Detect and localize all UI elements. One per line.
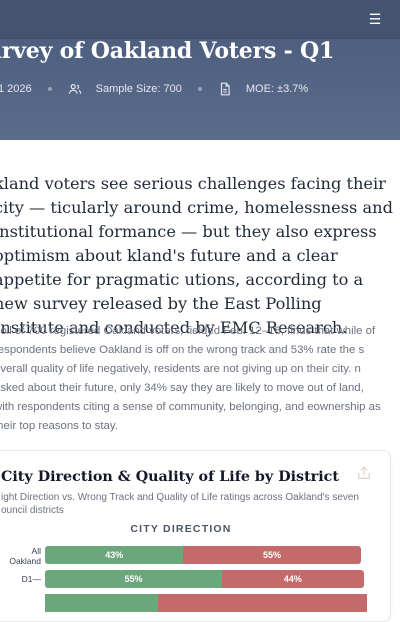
menu-icon[interactable]: ☰ [366,10,384,28]
date-text: 1 2026 [0,83,32,95]
section-label: CITY DIRECTION [130,523,232,535]
bar-segment [45,594,158,612]
chart-title: City Direction & Quality of Life by Dist… [1,469,339,485]
article-lead: kland voters see serious challenges faci… [0,174,393,337]
article-body: poll of 700 registered Oakland voters, f… [0,325,381,432]
data-label: 55% [124,574,143,584]
data-label: 44% [283,574,302,584]
separator-dot [197,87,202,91]
report-meta: 1 2026 Sample Size: 700 MOE: ±3.7% [0,82,308,96]
share-icon[interactable] [356,465,372,486]
separator-dot [47,87,52,91]
document-icon [218,82,232,96]
moe-text: MOE: ±3.7% [245,83,309,95]
top-bar: ☰ [0,0,400,39]
data-label: 43% [105,550,124,560]
category-label: All Oakland [9,546,41,566]
sample-size-text: Sample Size: 700 [95,83,182,95]
page-title: urvey of Oakland Voters - Q1 [0,38,335,64]
chart-subtitle: ight Direction vs. Wrong Track and Quali… [1,492,359,516]
report-header: ☰ urvey of Oakland Voters - Q1 1 2026 Sa… [0,0,400,140]
users-icon [68,82,82,96]
category-label: D1— [21,574,41,584]
data-label: 55% [262,550,281,560]
bar-segment [157,594,367,612]
chart-card: City Direction & Quality of Life by Dist… [0,450,391,622]
